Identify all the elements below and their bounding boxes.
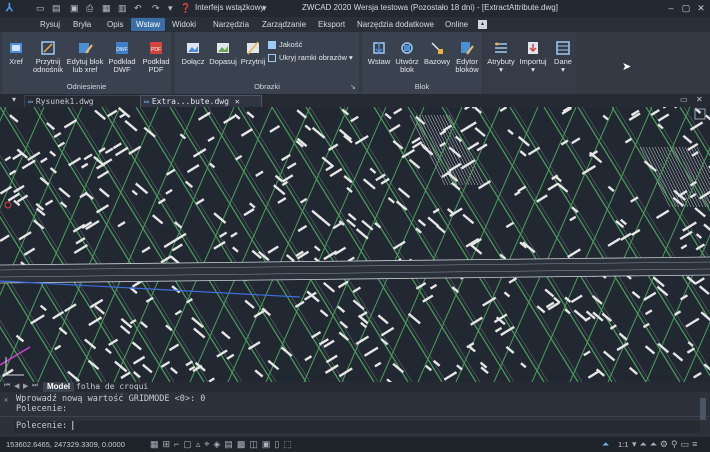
mouse-cursor-icon: ➤	[622, 61, 632, 73]
app-logo-icon[interactable]: ⅄	[6, 3, 13, 14]
command-history-line: Polecenie:	[16, 404, 68, 414]
minimize-icon[interactable]: –	[664, 2, 678, 14]
tab-zarzadzanie[interactable]: Zarządzanie	[262, 18, 306, 31]
quality-icon	[268, 41, 276, 50]
base-point-button[interactable]: Bazowy	[424, 40, 450, 66]
dwf-icon: DWF	[116, 42, 128, 54]
xref-button[interactable]: Xref	[4, 40, 28, 66]
more-icon[interactable]: ▾	[168, 3, 173, 14]
adjust-image-icon	[217, 43, 229, 53]
pdf-underlay-button[interactable]: PDF Podkład PDF	[140, 40, 172, 74]
doc-list-dropdown-icon[interactable]: ▾	[12, 95, 16, 104]
tab-rysuj[interactable]: Rysuj	[40, 18, 60, 31]
print-icon[interactable]: ⎙	[86, 3, 93, 14]
first-layout-icon[interactable]: ⏮	[4, 382, 10, 390]
tab-bryla[interactable]: Bryła	[73, 18, 91, 31]
tab-opis[interactable]: Opis	[107, 18, 123, 31]
plot-icon[interactable]: ▥	[118, 3, 127, 14]
status-bar: 153602.6465, 247329.3309, 0.0000 ▦⊞⌐▢▵⌖◈…	[0, 437, 710, 452]
close-icon[interactable]: ✕	[694, 2, 708, 14]
window-title: ZWCAD 2020 Wersja testowa (Pozostało 18 …	[302, 3, 558, 12]
title-bar: ⅄ ▭ ▤ ▣ ⎙ ▦ ▥ ↶ ↷ ▾ ❓ Interfejs wstążkow…	[0, 0, 710, 17]
ribbon-tabs: Rysuj Bryła Opis Wstaw Widoki Narzędzia …	[0, 17, 710, 32]
clip-xref-button[interactable]: Przytnij odnośnik	[32, 40, 64, 74]
drawing-file-icon: ▭	[28, 97, 33, 106]
adjust-image-button[interactable]: Dopasuj	[208, 40, 238, 66]
ribbon-collapse-icon[interactable]: ▴	[478, 20, 487, 29]
tab-narzedzia[interactable]: Narzędzia	[213, 18, 249, 31]
block-editor-button[interactable]: Edytor bloków	[452, 40, 482, 74]
svg-text:PDF: PDF	[151, 47, 161, 53]
coordinates-readout: 153602.6465, 247329.3309, 0.0000	[6, 440, 125, 449]
data-icon	[556, 41, 570, 55]
import-button[interactable]: Importuj ▾	[519, 40, 547, 74]
tab-online[interactable]: Online	[445, 18, 468, 31]
command-scrollbar[interactable]	[700, 398, 706, 420]
command-input[interactable]: Polecenie: |	[14, 421, 700, 433]
maximize-icon[interactable]: ▢	[679, 2, 693, 14]
saveas-icon[interactable]: ▦	[102, 3, 111, 14]
xref-icon	[10, 43, 22, 53]
layout-tab-model[interactable]: Model	[43, 382, 75, 392]
data-button[interactable]: Dane ▾	[550, 40, 576, 74]
block-editor-icon	[461, 42, 474, 55]
tab-wstaw[interactable]: Wstaw	[131, 18, 165, 31]
help-icon[interactable]: ❓	[180, 3, 191, 14]
attributes-icon	[495, 42, 507, 53]
annotation-icon[interactable]: ⏶	[602, 439, 609, 450]
restore-drawing-icon[interactable]: ▭	[680, 95, 688, 104]
tab-close-icon: ✕	[234, 97, 240, 106]
group-expand-icon[interactable]: ↘	[350, 83, 356, 91]
drawing-canvas[interactable]	[0, 107, 710, 382]
attributes-button[interactable]: Atrybuty ▾	[487, 40, 515, 74]
create-block-icon	[401, 42, 413, 54]
image-quality-button[interactable]: Jakość	[268, 40, 302, 50]
clip-image-button[interactable]: Przytnij	[240, 40, 266, 66]
workspace-switcher[interactable]: Interfejs wstążkowy	[195, 3, 264, 12]
pdf-icon: PDF	[150, 42, 162, 54]
tab-eksport[interactable]: Eksport	[318, 18, 345, 31]
hide-image-frames-button[interactable]: Ukryj ramki obrazów ▾	[268, 53, 353, 63]
open-folder-icon[interactable]: ▤	[52, 3, 61, 14]
tab-narzedzia-dodatkowe[interactable]: Narzędzia dodatkowe	[357, 18, 434, 31]
edit-block-button[interactable]: Edytuj blok lub xref	[66, 40, 104, 74]
group-label-blok: Blok	[414, 82, 430, 91]
import-icon	[528, 42, 538, 54]
command-window: ✕ Wprowadź nową wartość GRIDMODE <0>: 0 …	[0, 392, 710, 437]
group-label-obrazki: Obrazki	[254, 82, 280, 91]
status-tools[interactable]: ▾⏶⏶⚙⚲▭≡	[632, 439, 700, 450]
base-point-icon	[431, 42, 443, 54]
close-drawing-icon[interactable]: ✕	[696, 95, 703, 104]
layout-tabs: ⏮ ◀ ▶ ⏭ Model folha de croqui	[0, 382, 710, 392]
next-layout-icon[interactable]: ▶	[23, 382, 28, 390]
workspace-dropdown-icon[interactable]: ▾	[262, 3, 267, 14]
map-drawing	[0, 107, 710, 382]
create-block-button[interactable]: Utwórz blok	[394, 40, 420, 74]
layout-tab-folha[interactable]: folha de croqui	[76, 382, 148, 392]
annotation-scale[interactable]: 1:1	[618, 440, 628, 449]
group-label-odniesienie: Odniesienie	[66, 82, 107, 91]
clip-icon	[41, 41, 55, 55]
clip-image-icon	[247, 41, 259, 55]
dwf-underlay-button[interactable]: DWF Podkład DWF	[106, 40, 138, 74]
redo-icon[interactable]: ↷	[152, 3, 160, 14]
command-close-icon[interactable]: ✕	[4, 396, 8, 404]
command-history-line: Wprowadź nową wartość GRIDMODE <0>: 0	[16, 394, 206, 404]
command-divider	[0, 416, 710, 417]
save-icon[interactable]: ▣	[70, 3, 79, 14]
frame-icon	[268, 54, 276, 63]
insert-block-button[interactable]: Wstaw	[366, 40, 392, 66]
edit-block-icon	[79, 43, 93, 54]
attach-image-button[interactable]: Dołącz	[180, 40, 206, 66]
undo-icon[interactable]: ↶	[134, 3, 142, 14]
new-file-icon[interactable]: ▭	[36, 3, 45, 14]
drafting-toggles[interactable]: ▦⊞⌐▢▵⌖◈▤▩◫▣▯⬚	[150, 439, 296, 450]
prev-layout-icon[interactable]: ◀	[14, 382, 19, 390]
tab-widoki[interactable]: Widoki	[172, 18, 196, 31]
drawing-file-icon: ▭	[144, 97, 149, 106]
svg-text:DWF: DWF	[116, 47, 127, 53]
attach-image-icon	[187, 43, 199, 53]
insert-block-icon	[373, 42, 385, 54]
last-layout-icon[interactable]: ⏭	[32, 382, 38, 390]
